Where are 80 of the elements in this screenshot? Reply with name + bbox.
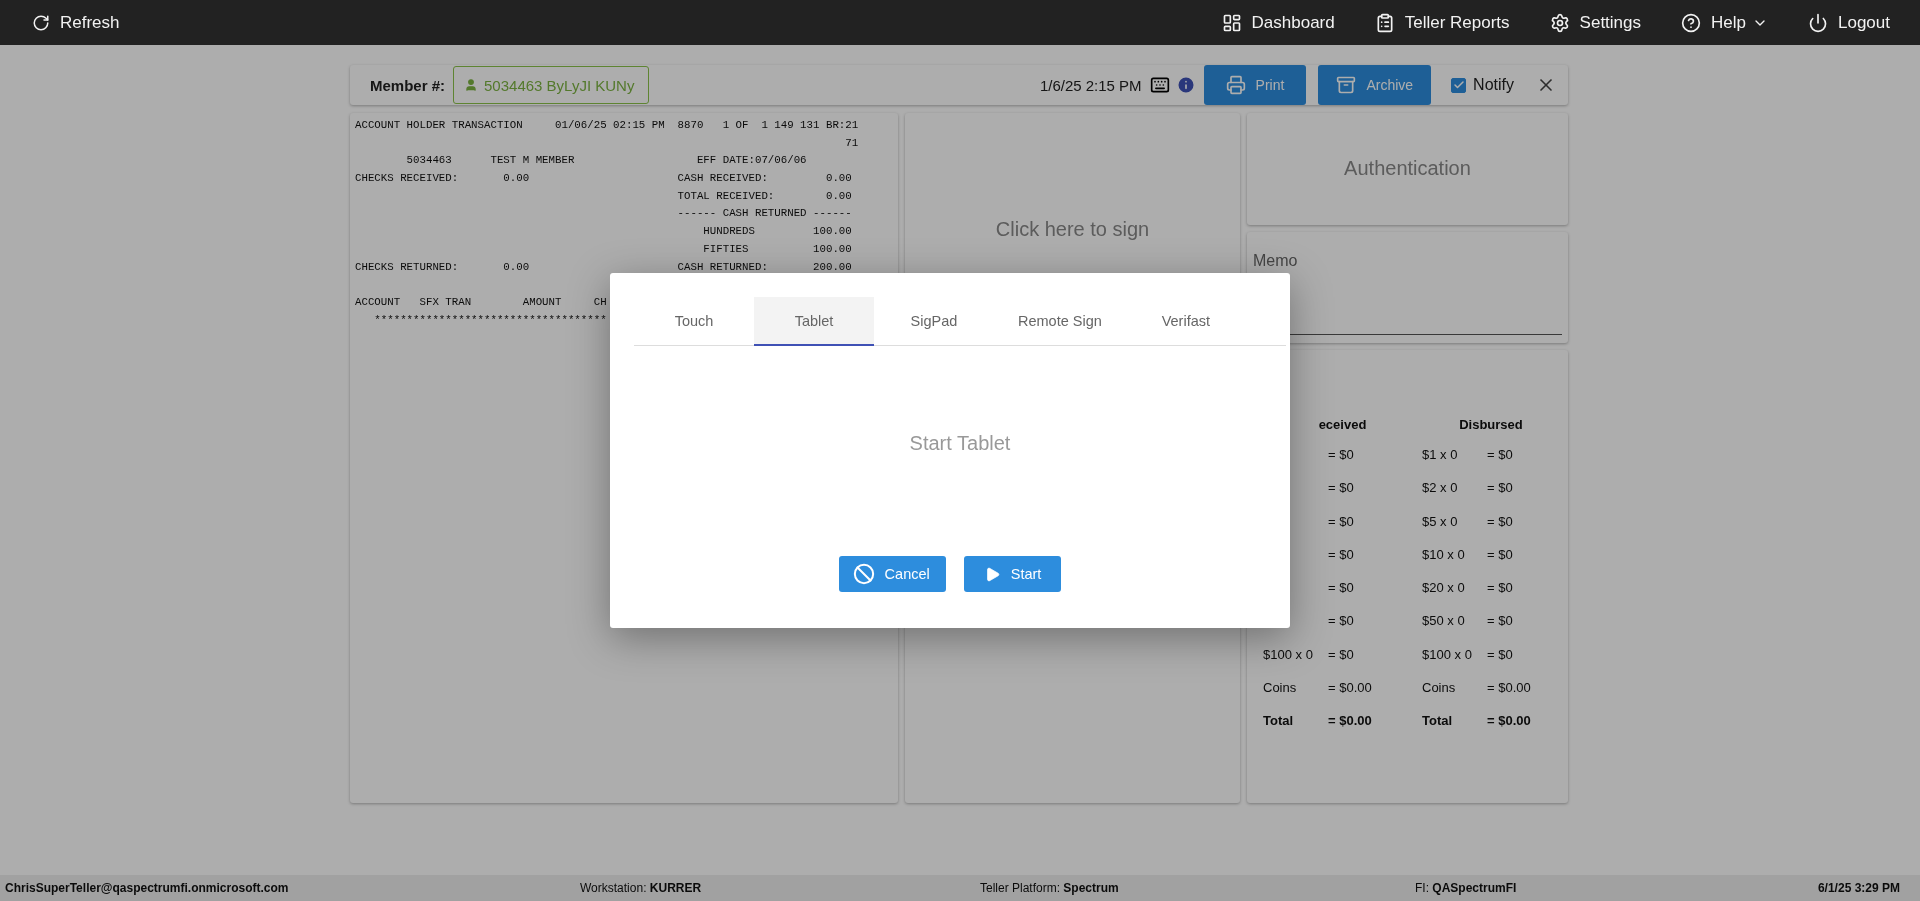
refresh-link[interactable]: Refresh	[32, 12, 120, 33]
settings-icon	[1549, 12, 1570, 33]
nav-link[interactable]: Settings	[1549, 12, 1642, 33]
amount-value: = $0	[1487, 546, 1513, 562]
amount-value: = $0.00	[1328, 713, 1372, 729]
amount-value: = $0	[1487, 447, 1513, 462]
nav-link[interactable]: Logout	[1808, 12, 1890, 33]
receipt-line: 71	[844, 135, 859, 151]
dialog-message: Start Tablet	[909, 432, 1011, 455]
amount-value: = $0.00	[1328, 680, 1372, 696]
nav-link[interactable]: Help	[1681, 12, 1768, 33]
amount-value: = $0	[1328, 646, 1354, 662]
receipt-line: HUNDREDS 100.00	[702, 224, 852, 240]
disbursed-header: Disbursed	[1458, 416, 1524, 434]
notify-checkbox[interactable]: Notify	[1451, 76, 1514, 94]
dialog-tab[interactable]: Verifast	[1125, 297, 1246, 346]
help-icon	[1681, 12, 1702, 33]
keyboard-icon[interactable]	[1149, 75, 1170, 95]
status-datetime: 6/1/25 3:29 PM	[1817, 881, 1900, 895]
amount-value: = $0	[1328, 613, 1354, 629]
receipt-line: FIFTIES 100.00	[702, 241, 852, 257]
received-header: eceived	[1317, 416, 1368, 434]
dialog-tab[interactable]: Tablet	[754, 297, 874, 346]
power-icon	[1808, 12, 1828, 33]
authentication-title: Authentication	[1344, 157, 1471, 181]
timestamp: 1/6/25 2:15 PM	[1039, 76, 1142, 94]
receipt-line: ------ CASH RETURNED ------	[676, 206, 852, 222]
amount-value: = $0	[1328, 580, 1354, 596]
receipt-line: CHECKS RECEIVED: 0.00 CASH RECEIVED: 0.00	[355, 171, 852, 187]
denomination-label: $20 x 0	[1422, 580, 1465, 596]
amount-value: = $0.00	[1487, 713, 1531, 729]
denomination-label: $50 x 0	[1422, 613, 1465, 629]
amount-value: = $0	[1328, 480, 1354, 496]
nav-link[interactable]: Dashboard	[1221, 12, 1335, 33]
dialog-tab[interactable]: SigPad	[874, 297, 994, 346]
receipt-line: ACCOUNT HOLDER TRANSACTION 01/06/25 02:15 PM 8870 1 OF 1 149 131 BR:21	[355, 118, 859, 133]
sign-prompt: Click here to sign	[995, 218, 1150, 242]
denomination-label: $5 x 0	[1422, 513, 1458, 529]
archive-button[interactable]: Archive	[1318, 65, 1432, 105]
denomination-label: $2 x 0	[1422, 480, 1458, 496]
denomination-label: Total	[1263, 713, 1294, 729]
amount-value: = $0	[1487, 513, 1513, 529]
dialog-tab[interactable]: Touch	[634, 297, 754, 346]
receipt-line: ************************************	[373, 312, 607, 328]
checkbox[interactable]	[1451, 77, 1467, 93]
archive-box-icon	[1336, 75, 1357, 95]
amount-value: = $0	[1328, 447, 1354, 462]
start-button[interactable]: Start	[963, 556, 1062, 592]
member-label: Member #:	[370, 76, 446, 94]
cancel-icon	[852, 563, 875, 585]
receipt-line: 5034463 TEST M MEMBER EFF DATE:07/06/06	[405, 153, 807, 169]
cancel-button[interactable]: Cancel	[838, 556, 946, 592]
user-icon	[464, 78, 479, 92]
info-icon[interactable]	[1175, 75, 1196, 95]
receipt-line: ACCOUNT SFX TRAN AMOUNT CH	[355, 294, 607, 310]
denomination-label: Coins	[1422, 680, 1456, 696]
amount-value: = $0	[1487, 613, 1513, 629]
refresh-icon	[32, 13, 50, 32]
denomination-label: Coins	[1263, 680, 1297, 696]
amount-value: = $0	[1328, 546, 1354, 562]
amount-value: = $0	[1328, 513, 1354, 529]
receipt-line: TOTAL RECEIVED: 0.00	[676, 188, 852, 204]
platform-text: Teller Platform: Spectrum	[980, 881, 1120, 895]
user-email: ChrisSuperTeller@qaspectrumfi.onmicrosoft.com	[5, 881, 290, 895]
nav-link[interactable]: Teller Reports	[1374, 12, 1510, 33]
receipt-line: CHECKS RETURNED: 0.00 CASH RETURNED: 200.00	[355, 259, 852, 275]
dialog-tab[interactable]: Remote Sign	[994, 297, 1126, 346]
printer-icon	[1225, 75, 1246, 95]
workstation-text: Workstation: KURRER	[580, 881, 703, 895]
amount-value: = $0.00	[1487, 680, 1531, 696]
denomination-label: $100 x 0	[1263, 646, 1313, 662]
denomination-label: Total	[1422, 713, 1453, 729]
denomination-label: $10 x 0	[1422, 546, 1465, 562]
denomination-label: $100 x 0	[1422, 646, 1472, 662]
fi-text: FI: QASpectrumFI	[1415, 881, 1518, 895]
amount-value: = $0	[1487, 646, 1513, 662]
dashboard-icon	[1221, 12, 1242, 33]
denomination-label: $1 x 0	[1422, 447, 1458, 462]
amount-value: = $0	[1487, 580, 1513, 596]
amount-value: = $0	[1487, 480, 1513, 496]
